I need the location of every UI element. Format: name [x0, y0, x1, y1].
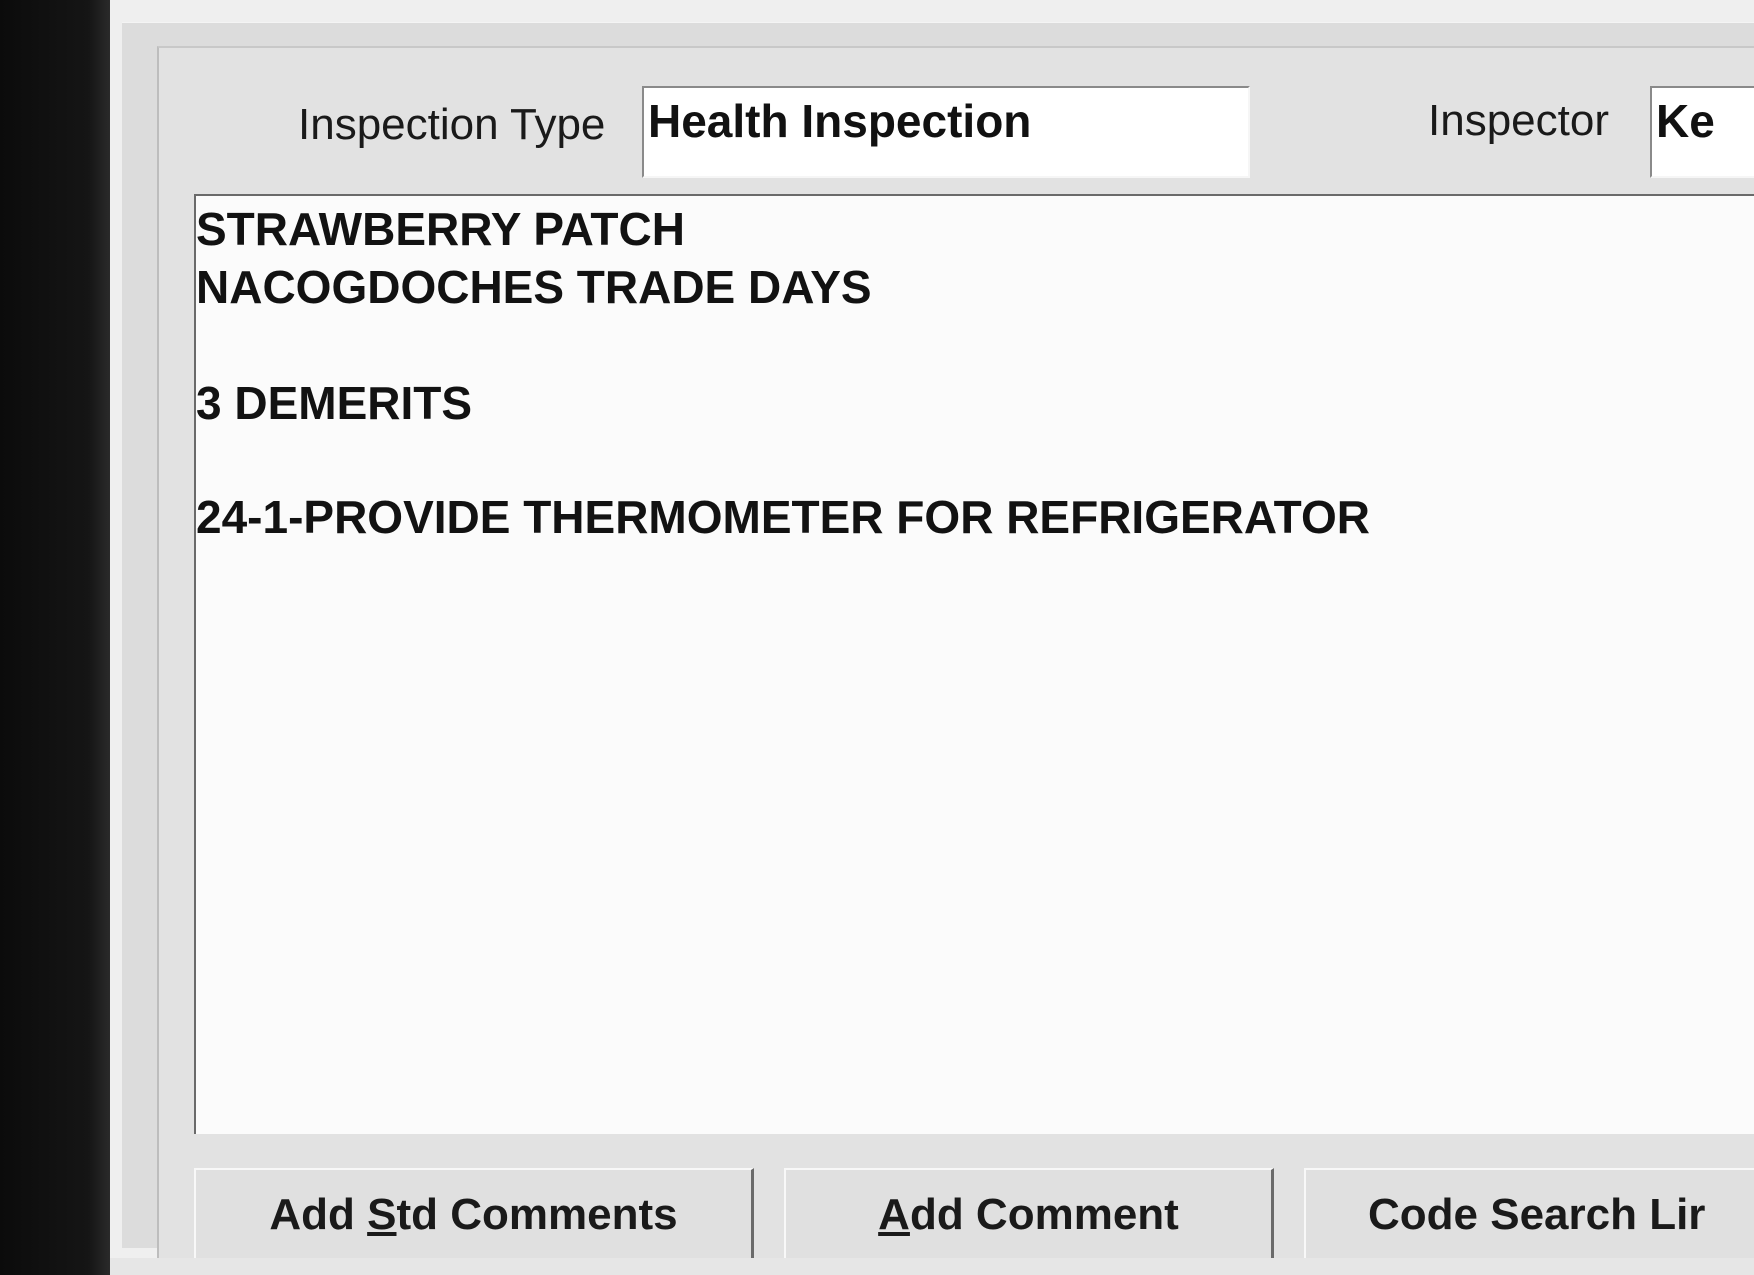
add-std-comments-mnemonic: S: [367, 1190, 397, 1239]
screenshot-stage: Inspection Type Health Inspection Inspec…: [0, 0, 1754, 1275]
comment-line-business-name: STRAWBERRY PATCH: [196, 203, 685, 255]
add-std-comments-label: Add Std Comments: [196, 1190, 751, 1240]
comment-line-location: NACOGDOCHES TRADE DAYS: [196, 261, 872, 313]
add-comment-label-end: dd Comment: [909, 1190, 1179, 1239]
comments-textarea[interactable]: STRAWBERRY PATCH NACOGDOCHES TRADE DAYS …: [194, 194, 1754, 1134]
inspector-field[interactable]: Ke: [1650, 86, 1754, 178]
code-search-button[interactable]: Code Search Lir: [1304, 1168, 1754, 1258]
inspector-label: Inspector: [1428, 96, 1609, 145]
comment-line-demerits: 3 DEMERITS: [196, 377, 473, 429]
inspection-type-field[interactable]: Health Inspection: [642, 86, 1250, 178]
add-std-comments-button[interactable]: Add Std Comments: [194, 1168, 754, 1258]
add-std-comments-label-end: td Comments: [396, 1190, 678, 1239]
inspection-type-value: Health Inspection: [648, 95, 1032, 147]
add-comment-mnemonic: A: [878, 1190, 910, 1239]
add-comment-label: Add Comment: [786, 1190, 1271, 1240]
scan-dark-edge: [0, 0, 110, 1275]
comment-line-violation: 24-1-PROVIDE THERMOMETER FOR REFRIGERATO…: [196, 491, 1370, 543]
scan-bottom-edge: [110, 1258, 1754, 1275]
add-comment-button[interactable]: Add Comment: [784, 1168, 1274, 1258]
code-search-label: Code Search Lir: [1368, 1190, 1706, 1239]
inspector-value: Ke: [1656, 95, 1715, 147]
inspection-type-label: Inspection Type: [298, 100, 606, 149]
add-std-comments-label-start: Add: [269, 1190, 368, 1239]
